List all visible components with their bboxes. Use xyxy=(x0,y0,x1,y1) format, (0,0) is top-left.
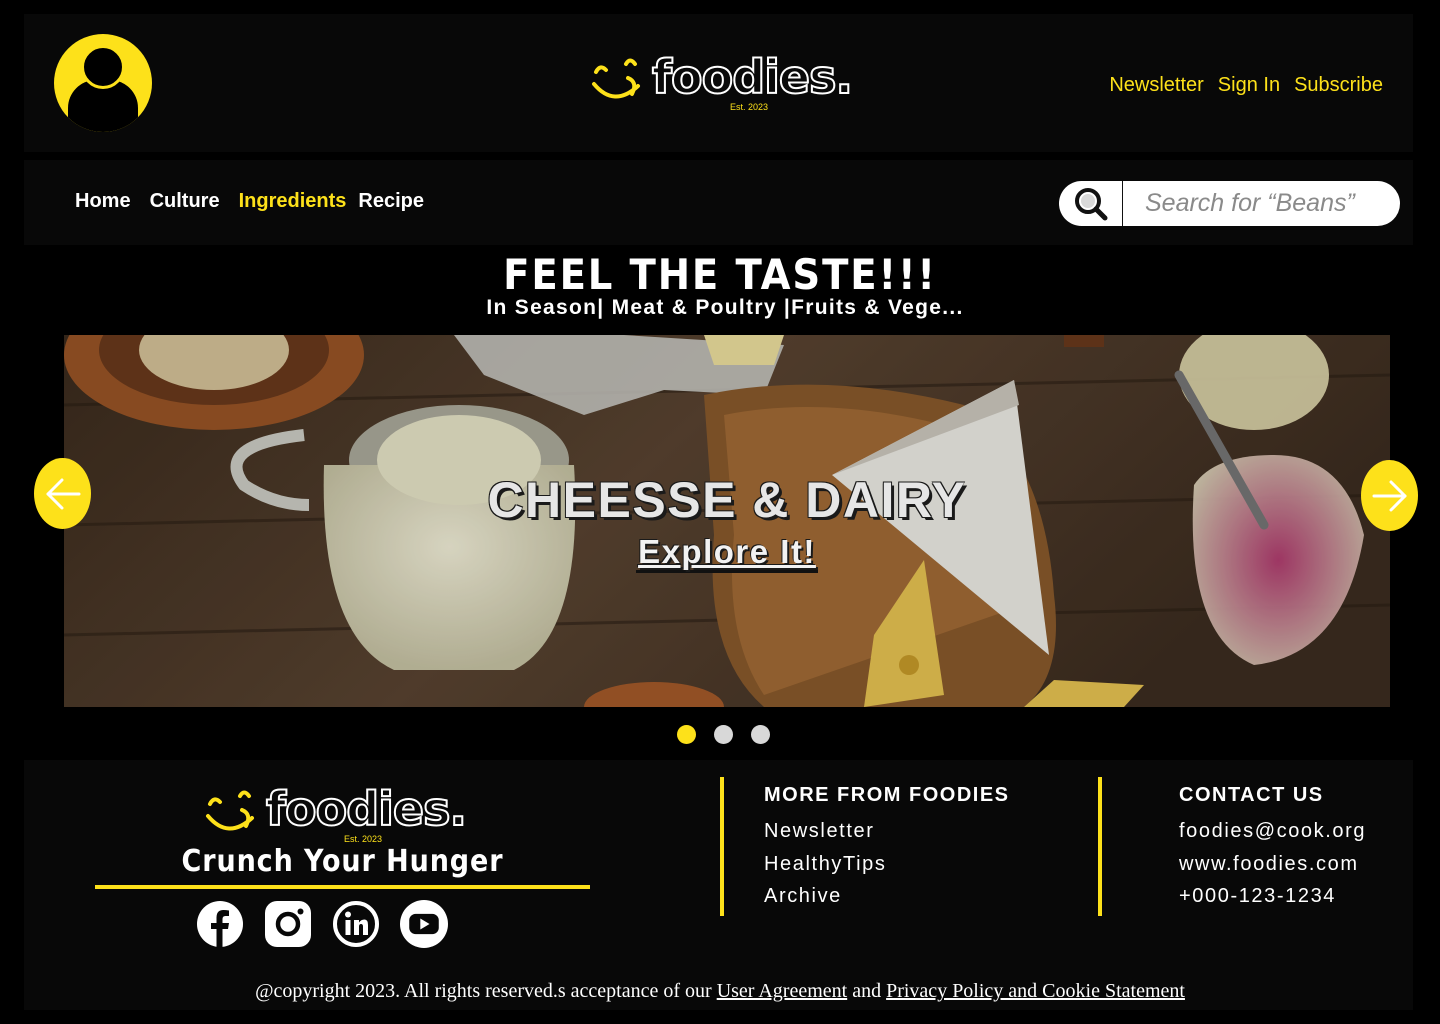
facebook-icon[interactable] xyxy=(196,900,244,948)
linkedin-icon[interactable] xyxy=(332,900,380,948)
contact-website[interactable]: www.foodies.com xyxy=(1179,848,1366,881)
instagram-icon[interactable] xyxy=(264,900,312,948)
sign-in-link[interactable]: Sign In xyxy=(1218,74,1280,97)
arrow-left-icon xyxy=(46,478,80,509)
copyright-and: and xyxy=(847,980,887,1002)
main-nav: Home Culture Ingredients Recipe xyxy=(24,160,1413,245)
search-button[interactable] xyxy=(1059,181,1123,226)
nav-item-recipe[interactable]: Recipe xyxy=(358,190,424,213)
carousel-dots xyxy=(677,725,770,744)
avatar-head xyxy=(81,45,125,89)
more-heading: MORE FROM FOODIES xyxy=(764,784,1010,806)
nav-item-ingredients[interactable]: Ingredients xyxy=(239,190,347,213)
hero-title: FEEL THE TASTE!!! xyxy=(503,250,937,299)
subscribe-link[interactable]: Subscribe xyxy=(1294,74,1383,97)
smiley-logo-icon xyxy=(206,790,254,831)
site-footer: foodies. Est. 2023 Crunch Your Hunger MO… xyxy=(24,760,1413,1010)
logo-wordmark: foodies. xyxy=(651,50,854,104)
carousel-dot-3[interactable] xyxy=(751,725,770,744)
contact-heading: CONTACT US xyxy=(1179,784,1324,806)
footer-link-healthytips[interactable]: HealthyTips xyxy=(764,848,1010,881)
more-from-foodies: MORE FROM FOODIES Newsletter HealthyTips… xyxy=(764,784,1010,913)
copyright-text: @copyright 2023. All rights reserved.s a… xyxy=(255,980,717,1002)
footer-divider-1 xyxy=(720,777,724,916)
newsletter-link[interactable]: Newsletter xyxy=(1109,74,1203,97)
header-links: Newsletter Sign In Subscribe xyxy=(1109,74,1383,97)
footer-logo-est: Est. 2023 xyxy=(343,834,382,844)
logo-est: Est. 2023 xyxy=(729,102,768,112)
youtube-icon[interactable] xyxy=(400,900,448,948)
contact-phone[interactable]: +000-123-1234 xyxy=(1179,880,1366,913)
search-icon xyxy=(1074,187,1107,220)
hero-banner[interactable]: CHEESSE & DAIRY Explore It! xyxy=(64,335,1390,707)
contact-email[interactable]: foodies@cook.org xyxy=(1179,815,1366,848)
carousel-dot-1[interactable] xyxy=(677,725,696,744)
privacy-policy-link[interactable]: Privacy Policy and Cookie Statement xyxy=(886,980,1185,1002)
tagline-underline xyxy=(95,885,590,889)
nav-item-home[interactable]: Home xyxy=(75,190,131,213)
footer-logo-wordmark: foodies. xyxy=(265,782,468,836)
search-box xyxy=(1059,181,1400,226)
smiley-logo-icon xyxy=(592,58,640,99)
social-links xyxy=(196,900,448,948)
banner-caption: CHEESSE & DAIRY Explore It! xyxy=(64,471,1390,573)
banner-title: CHEESSE & DAIRY xyxy=(487,472,967,528)
site-logo[interactable]: foodies. Est. 2023 xyxy=(590,50,854,112)
copyright: @copyright 2023. All rights reserved.s a… xyxy=(0,980,1440,1003)
user-avatar-icon[interactable] xyxy=(54,34,152,132)
carousel-next-button[interactable] xyxy=(1361,460,1418,531)
explore-button[interactable]: Explore It! xyxy=(636,534,818,573)
footer-link-newsletter[interactable]: Newsletter xyxy=(764,815,1010,848)
hero-categories[interactable]: In Season| Meat & Poultry |Fruits & Vege… xyxy=(0,296,1440,320)
carousel-prev-button[interactable] xyxy=(34,458,91,529)
carousel-dot-2[interactable] xyxy=(714,725,733,744)
footer-link-archive[interactable]: Archive xyxy=(764,880,1010,913)
contact-us: CONTACT US foodies@cook.org www.foodies.… xyxy=(1179,784,1366,913)
footer-divider-2 xyxy=(1098,777,1102,916)
footer-logo[interactable]: foodies. Est. 2023 xyxy=(204,782,468,844)
site-header: foodies. Est. 2023 Newsletter Sign In Su… xyxy=(24,14,1413,152)
search-input[interactable] xyxy=(1145,181,1385,226)
footer-tagline: Crunch Your Hunger xyxy=(181,844,504,879)
arrow-right-icon xyxy=(1372,480,1406,511)
user-agreement-link[interactable]: User Agreement xyxy=(717,980,848,1002)
nav-item-culture[interactable]: Culture xyxy=(150,190,220,213)
nav-items: Home Culture Ingredients Recipe xyxy=(75,190,424,213)
